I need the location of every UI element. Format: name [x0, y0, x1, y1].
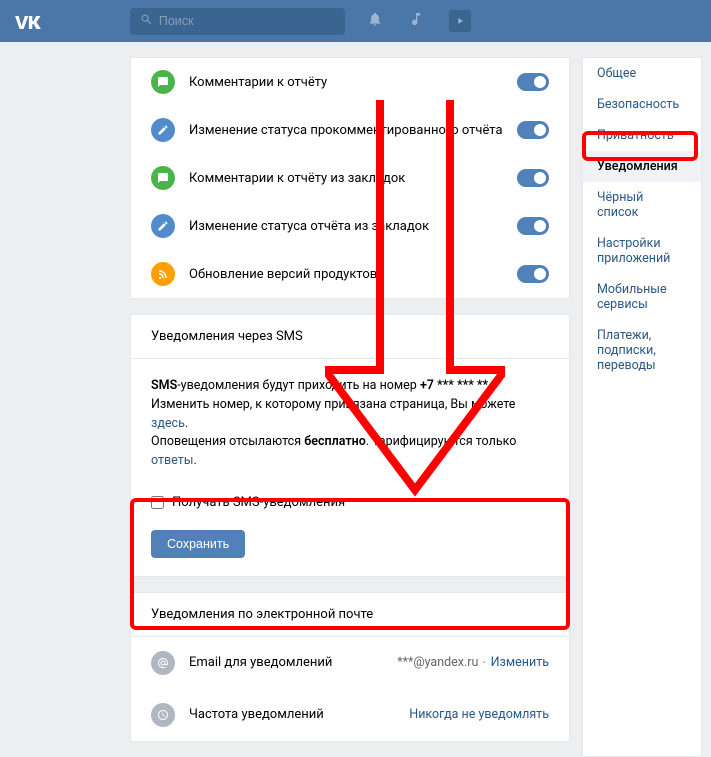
header: ᴠк — [0, 0, 711, 42]
toggle-switch[interactable] — [517, 73, 549, 91]
sidebar-item[interactable]: Настройки приложений — [583, 228, 701, 274]
clock-icon — [151, 703, 175, 727]
email-link[interactable]: Изменить — [491, 655, 549, 670]
sidebar-item[interactable]: Безопасность — [583, 89, 701, 120]
music-icon[interactable] — [408, 11, 424, 31]
setting-row: Комментарии к отчёту из закладок — [131, 154, 569, 202]
toggle-switch[interactable] — [517, 217, 549, 235]
sidebar-item[interactable]: Мобильные сервисы — [583, 274, 701, 320]
change-number-link[interactable]: здесь — [151, 416, 185, 431]
sms-description: SMS-уведомления будут приходить на номер… — [131, 359, 569, 485]
email-row-label: Частота уведомлений — [189, 707, 409, 722]
setting-row: Изменение статуса прокомментированного о… — [131, 106, 569, 154]
comment-icon — [151, 166, 175, 190]
sms-checkbox-label: Получать SMS-уведомления — [172, 495, 345, 510]
setting-row: Комментарии к отчёту — [131, 58, 569, 106]
comment-icon — [151, 70, 175, 94]
answers-link[interactable]: ответы — [151, 453, 193, 468]
play-icon[interactable] — [449, 10, 471, 32]
setting-row: Изменение статуса отчёта из закладок — [131, 202, 569, 250]
pencil-icon — [151, 214, 175, 238]
setting-label: Обновление версий продуктов — [189, 267, 517, 282]
sidebar-item[interactable]: Уведомления — [583, 151, 701, 182]
notifications-panel: Комментарии к отчёту Изменение статуса п… — [130, 57, 570, 299]
header-icons — [367, 10, 471, 32]
sms-title: Уведомления через SMS — [131, 315, 569, 359]
settings-sidebar: ОбщееБезопасностьПриватностьУведомленияЧ… — [582, 57, 702, 757]
sidebar-item[interactable]: Чёрный список — [583, 182, 701, 228]
search-input[interactable] — [159, 14, 335, 28]
sms-checkbox[interactable] — [151, 496, 164, 509]
setting-row: Обновление версий продуктов — [131, 250, 569, 298]
save-button[interactable]: Сохранить — [151, 530, 245, 558]
rss-icon — [151, 262, 175, 286]
toggle-switch[interactable] — [517, 169, 549, 187]
pencil-icon — [151, 118, 175, 142]
setting-label: Комментарии к отчёту из закладок — [189, 171, 517, 186]
setting-label: Изменение статуса прокомментированного о… — [189, 123, 517, 138]
search-box[interactable] — [130, 8, 345, 35]
email-link[interactable]: Никогда не уведомлять — [409, 707, 549, 722]
email-row-label: Email для уведомлений — [189, 655, 397, 670]
setting-label: Изменение статуса отчёта из закладок — [189, 219, 517, 234]
email-row: Частота уведомлений Никогда не уведомлят… — [131, 689, 569, 741]
email-panel: Уведомления по электронной почте Email д… — [130, 592, 570, 742]
sidebar-item[interactable]: Платежи, подписки, переводы — [583, 320, 701, 381]
sms-panel: Уведомления через SMS SMS-уведомления бу… — [130, 314, 570, 577]
sidebar-item[interactable]: Приватность — [583, 120, 701, 151]
email-row: Email для уведомлений ***@yandex.ru· Изм… — [131, 637, 569, 689]
logo[interactable]: ᴠк — [15, 7, 40, 36]
toggle-switch[interactable] — [517, 121, 549, 139]
search-icon — [140, 13, 153, 30]
bell-icon[interactable] — [367, 11, 383, 31]
email-title: Уведомления по электронной почте — [131, 593, 569, 637]
sms-checkbox-row: Получать SMS-уведомления — [131, 485, 569, 520]
at-icon — [151, 651, 175, 675]
toggle-switch[interactable] — [517, 265, 549, 283]
email-value: ***@yandex.ru — [397, 655, 478, 670]
setting-label: Комментарии к отчёту — [189, 75, 517, 90]
sidebar-item[interactable]: Общее — [583, 58, 701, 89]
